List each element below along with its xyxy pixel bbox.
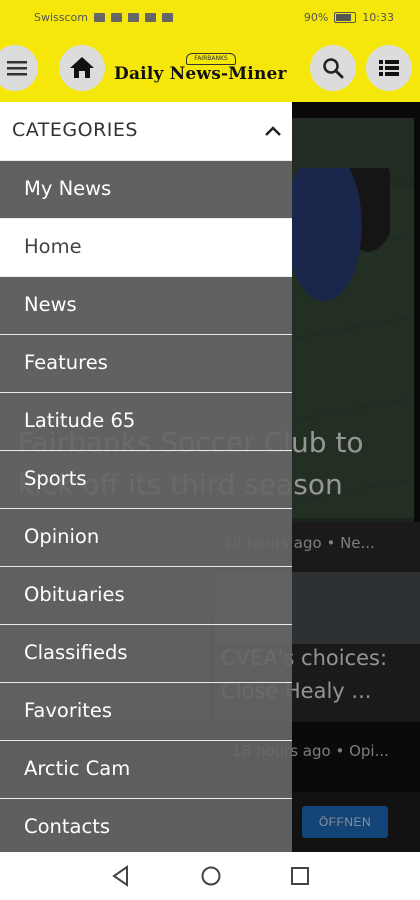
category-item-features[interactable]: Features <box>0 334 292 392</box>
wifi-icon <box>128 13 139 22</box>
category-item-latitude-65[interactable]: Latitude 65 <box>0 392 292 450</box>
category-item-my-news[interactable]: My News <box>0 160 292 218</box>
category-item-label: My News <box>24 177 112 200</box>
category-item-label: Latitude 65 <box>24 409 136 432</box>
category-item-label: Home <box>24 235 82 258</box>
recent-square-icon[interactable] <box>289 864 311 888</box>
list-icon <box>379 60 399 76</box>
category-item-obituaries[interactable]: Obituaries <box>0 566 292 624</box>
drawer-title: CATEGORIES <box>12 119 138 141</box>
search-icon <box>323 58 344 79</box>
notification-icon <box>162 13 173 22</box>
category-item-label: Opinion <box>24 525 100 548</box>
category-item-arctic-cam[interactable]: Arctic Cam <box>0 740 292 798</box>
search-button[interactable] <box>310 45 356 91</box>
category-item-contacts[interactable]: Contacts <box>0 798 292 852</box>
category-item-classifieds[interactable]: Classifieds <box>0 624 292 682</box>
category-item-opinion[interactable]: Opinion <box>0 508 292 566</box>
app-logo[interactable]: Daily News-Miner <box>114 64 287 84</box>
category-item-home[interactable]: Home <box>0 218 292 276</box>
drawer-header[interactable]: CATEGORIES <box>0 102 292 160</box>
home-icon <box>70 57 94 78</box>
category-item-label: Features <box>24 351 108 374</box>
category-item-label: News <box>24 293 77 316</box>
status-bar: Swisscom 90% 10:33 <box>0 0 420 36</box>
carrier-label: Swisscom <box>34 11 88 24</box>
hd-icon <box>94 13 105 22</box>
battery-icon <box>334 12 357 23</box>
chevron-up-icon <box>265 126 281 136</box>
hamburger-icon <box>7 61 27 76</box>
categories-drawer: CATEGORIES My News Home News Features Latitu… <box>0 102 292 852</box>
mail-icon <box>145 13 156 22</box>
category-item-label: Arctic Cam <box>24 757 131 780</box>
category-item-sports[interactable]: Sports <box>0 450 292 508</box>
home-circle-icon[interactable] <box>200 864 222 888</box>
category-item-favorites[interactable]: Favorites <box>0 682 292 740</box>
system-nav-bar <box>0 852 420 900</box>
category-item-label: Contacts <box>24 815 111 838</box>
menu-button[interactable] <box>0 45 38 91</box>
signal-icon <box>111 13 122 22</box>
category-item-label: Sports <box>24 467 87 490</box>
battery-percent: 90% <box>303 11 329 24</box>
app-bar: FAIRBANKS Daily News-Miner <box>0 36 420 102</box>
back-triangle-icon[interactable] <box>110 864 132 888</box>
category-item-label: Classifieds <box>24 641 128 664</box>
category-list: My News Home News Features Latitude 65 Sports… <box>0 160 292 852</box>
list-view-button[interactable] <box>366 45 412 91</box>
clock: 10:33 <box>362 11 394 24</box>
home-button[interactable] <box>59 45 105 91</box>
category-item-label: Favorites <box>24 699 113 722</box>
category-item-label: Obituaries <box>24 583 125 606</box>
category-item-news[interactable]: News <box>0 276 292 334</box>
